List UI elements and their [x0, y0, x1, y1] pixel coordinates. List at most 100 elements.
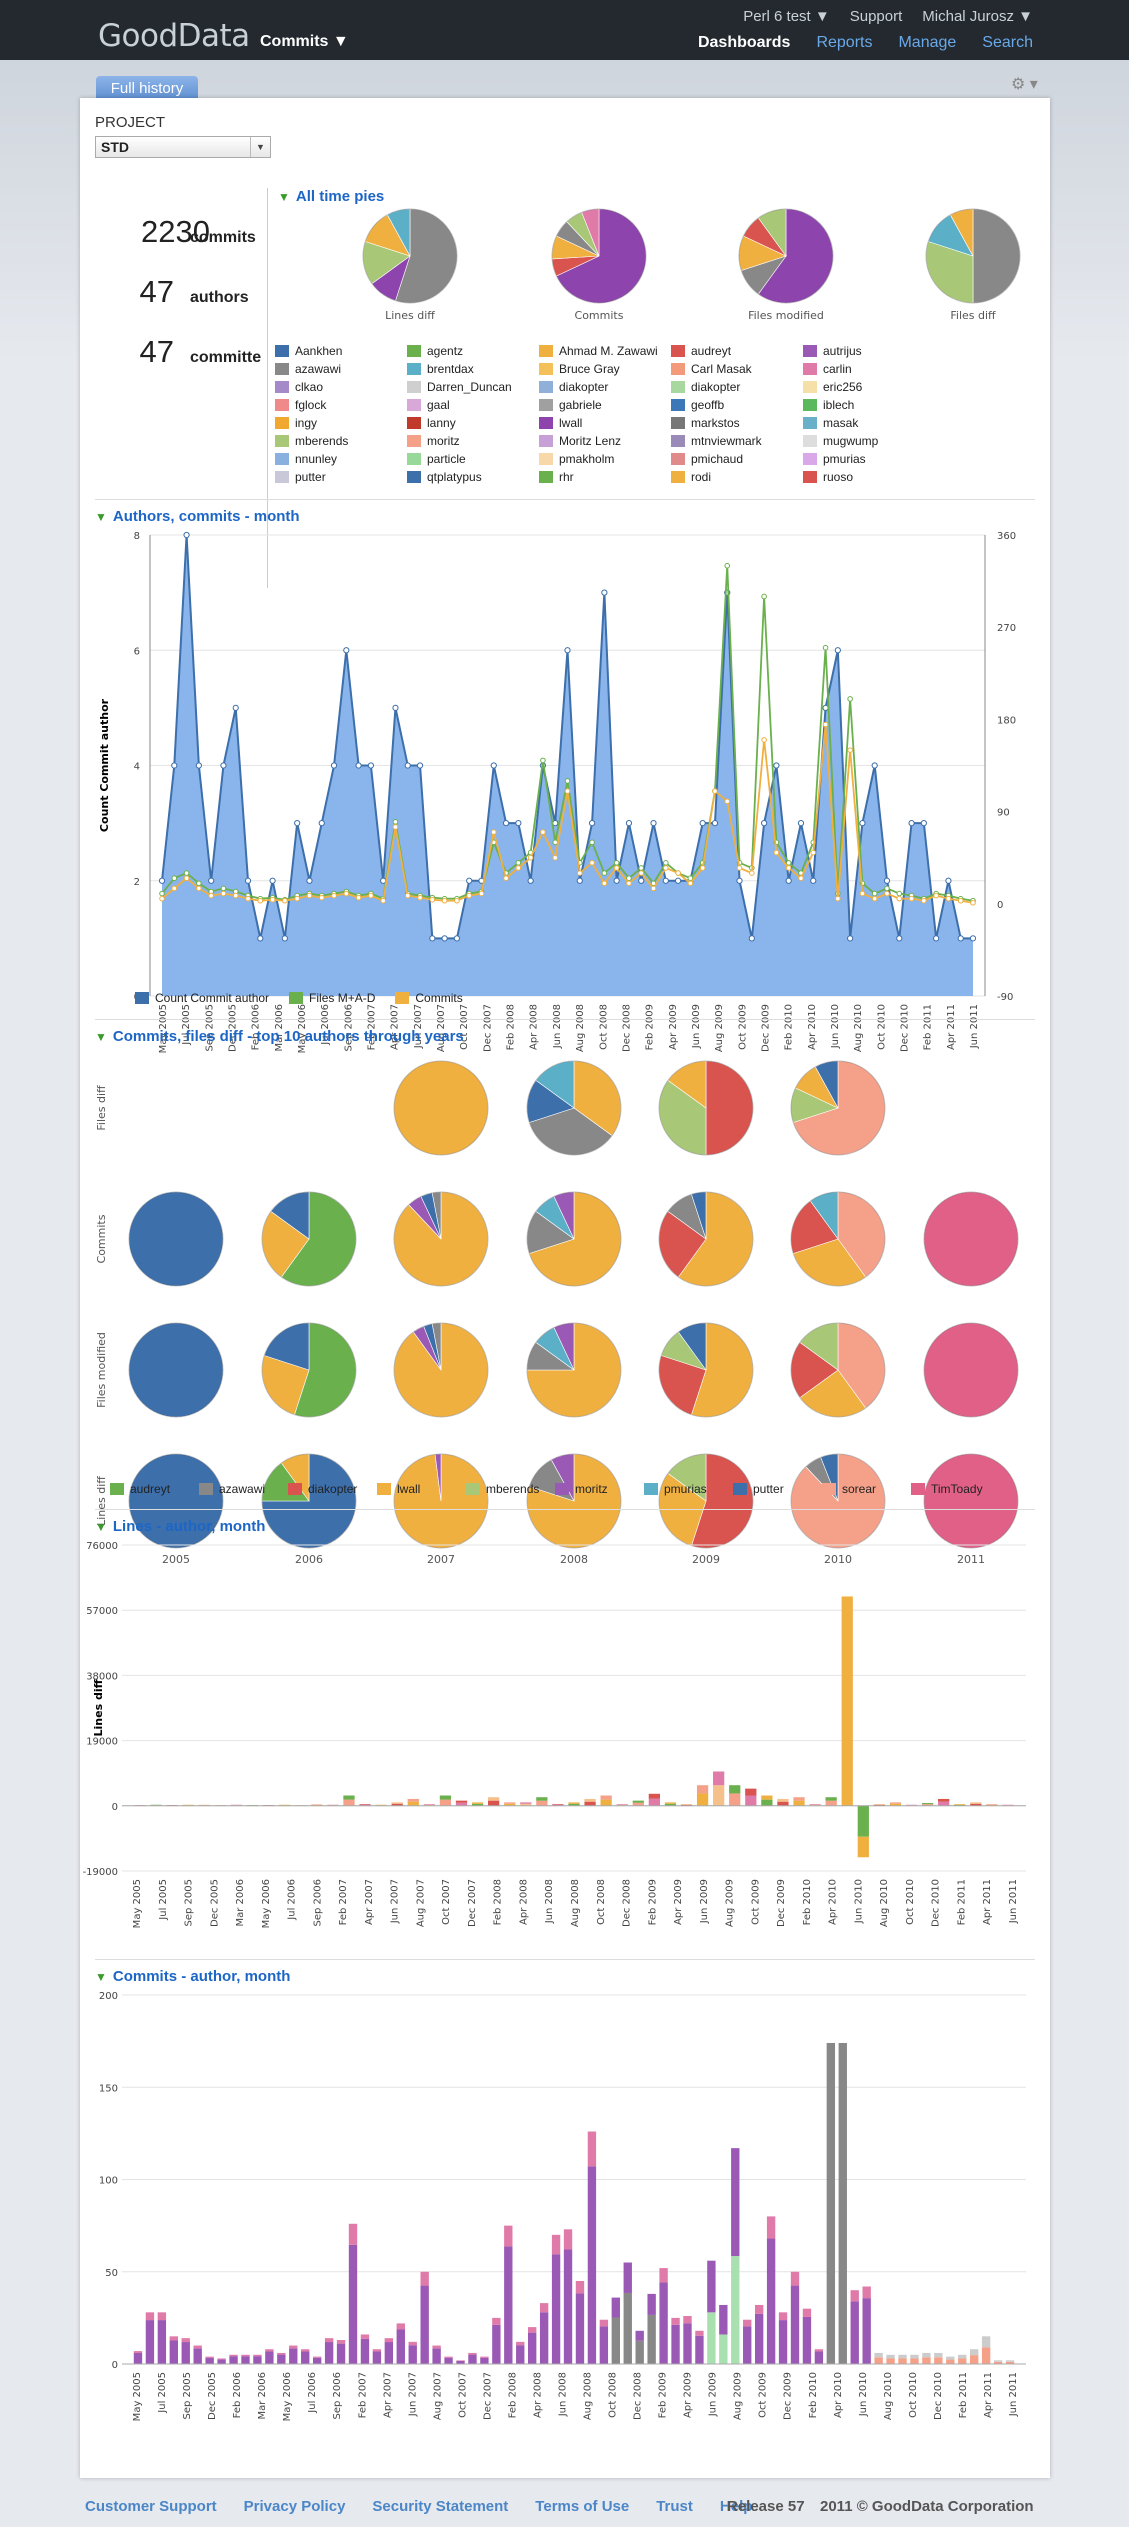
legend-item[interactable]: moritz [555, 1482, 608, 1496]
legend-swatch [803, 363, 817, 375]
legend-item[interactable]: ruoso [803, 470, 853, 484]
user-menu[interactable]: Michal Jurosz ▼ [922, 8, 1033, 25]
legend-item[interactable]: mberends [275, 434, 348, 448]
legend-item[interactable]: pmurias [803, 452, 866, 466]
data-point [343, 890, 350, 897]
legend-item[interactable]: Darren_Duncan [407, 380, 512, 394]
footer-security-statement[interactable]: Security Statement [372, 2498, 508, 2515]
project-filter-dropdown[interactable]: STD ▼ [95, 136, 271, 158]
legend-item[interactable]: pmurias [644, 1482, 707, 1496]
legend-item[interactable]: lanny [407, 416, 456, 430]
project-menu[interactable]: Perl 6 test ▼ [743, 8, 830, 25]
legend-item[interactable]: lwall [539, 416, 582, 430]
legend-item[interactable]: mugwump [803, 434, 878, 448]
legend-item[interactable]: Count Commit author [135, 991, 269, 1005]
bar [729, 1785, 741, 1806]
legend-item[interactable]: putter [275, 470, 326, 484]
legend-item[interactable]: rodi [671, 470, 711, 484]
all-time-pies-title[interactable]: ▼ All time pies [278, 188, 384, 205]
bar-segment [850, 2290, 859, 2302]
legend-item[interactable]: autrijus [803, 344, 862, 358]
legend-item[interactable]: gabriele [539, 398, 602, 412]
bar-segment [229, 2354, 238, 2357]
footer-terms-of-use[interactable]: Terms of Use [535, 2498, 629, 2515]
legend-label: mberends [295, 434, 349, 448]
bar [1005, 2360, 1015, 2364]
support-link[interactable]: Support [850, 8, 903, 25]
legend-item[interactable]: masak [803, 416, 858, 430]
legend-item[interactable]: fglock [275, 398, 326, 412]
footer-privacy-policy[interactable]: Privacy Policy [244, 2498, 346, 2515]
legend-item[interactable]: gaal [407, 398, 450, 412]
legend-item[interactable]: azawawi [199, 1482, 265, 1496]
bar-segment [850, 2301, 859, 2364]
y-tick-label: 19000 [86, 1737, 118, 1748]
legend-item[interactable]: diakopter [539, 380, 608, 394]
bar-segment [420, 2285, 429, 2364]
legend-item[interactable]: TimToady [911, 1482, 983, 1496]
legend-item[interactable]: audreyt [671, 344, 731, 358]
legend-item[interactable]: agentz [407, 344, 463, 358]
bar [777, 1798, 789, 1806]
legend-item[interactable]: iblech [803, 398, 854, 412]
legend-item[interactable]: Files M+A-D [289, 991, 375, 1005]
legend-item[interactable]: diakopter [288, 1482, 357, 1496]
legend-item[interactable]: eric256 [803, 380, 862, 394]
legend-item[interactable]: nnunley [275, 452, 337, 466]
legend-item[interactable]: ingy [275, 416, 317, 430]
nav-manage[interactable]: Manage [898, 34, 956, 52]
legend-item[interactable]: Bruce Gray [539, 362, 620, 376]
legend-label: eric256 [823, 380, 863, 394]
gooddata-logo[interactable]: GoodData [98, 18, 250, 54]
footer-trust[interactable]: Trust [656, 2498, 693, 2515]
gear-icon[interactable]: ⚙ ▾ [1011, 74, 1038, 94]
bar [993, 2360, 1003, 2364]
legend-item[interactable]: putter [733, 1482, 784, 1496]
data-point [957, 935, 964, 942]
legend-item[interactable]: markstos [671, 416, 740, 430]
legend-item[interactable]: Commits [395, 991, 463, 1005]
data-point [785, 860, 792, 866]
legend-item[interactable]: Aankhen [275, 344, 342, 358]
bar [169, 2336, 178, 2364]
x-tick-label: Jul 2006 [287, 1879, 298, 1921]
legend-item[interactable]: clkao [275, 380, 323, 394]
legend-swatch [275, 381, 289, 393]
footer-customer-support[interactable]: Customer Support [85, 2498, 217, 2515]
grid-pie [923, 1322, 1019, 1418]
bar-segment [778, 2320, 788, 2364]
legend-item[interactable]: Carl Masak [671, 362, 752, 376]
legend-item[interactable]: carlin [803, 362, 852, 376]
legend-item[interactable]: Moritz Lenz [539, 434, 621, 448]
data-point [871, 895, 878, 902]
legend-item[interactable]: mtnviewmark [671, 434, 762, 448]
x-tick-label: Jun 2007 [390, 1879, 401, 1924]
legend-item[interactable]: pmakholm [539, 452, 614, 466]
nav-reports[interactable]: Reports [816, 34, 872, 52]
legend-swatch [407, 435, 421, 447]
x-tick-label: Dec 2009 [776, 1879, 787, 1927]
bar [265, 2349, 274, 2364]
nav-search[interactable]: Search [982, 34, 1033, 52]
legend-item[interactable]: diakopter [671, 380, 740, 394]
legend-item[interactable]: lwall [377, 1482, 420, 1496]
legend-item[interactable]: qtplatypus [407, 470, 482, 484]
legend-item[interactable]: azawawi [275, 362, 341, 376]
legend-item[interactable]: particle [407, 452, 466, 466]
nav-dashboards[interactable]: Dashboards [698, 34, 790, 52]
legend-item[interactable]: mberends [466, 1482, 539, 1496]
bar [707, 2260, 716, 2364]
bar-segment [623, 2292, 632, 2364]
legend-item[interactable]: geoffb [671, 398, 724, 412]
bar-segment [480, 2356, 489, 2358]
legend-item[interactable]: brentdax [407, 362, 474, 376]
legend-item[interactable]: audreyt [110, 1482, 170, 1496]
legend-item[interactable]: sorear [822, 1482, 876, 1496]
legend-item[interactable]: Ahmad M. Zawawi [539, 344, 658, 358]
legend-item[interactable]: moritz [407, 434, 460, 448]
project-selector[interactable]: Commits ▼ [260, 33, 349, 51]
grid-pie [790, 1191, 886, 1287]
bar-segment [230, 1804, 243, 1806]
legend-item[interactable]: pmichaud [671, 452, 743, 466]
legend-item[interactable]: rhr [539, 470, 574, 484]
